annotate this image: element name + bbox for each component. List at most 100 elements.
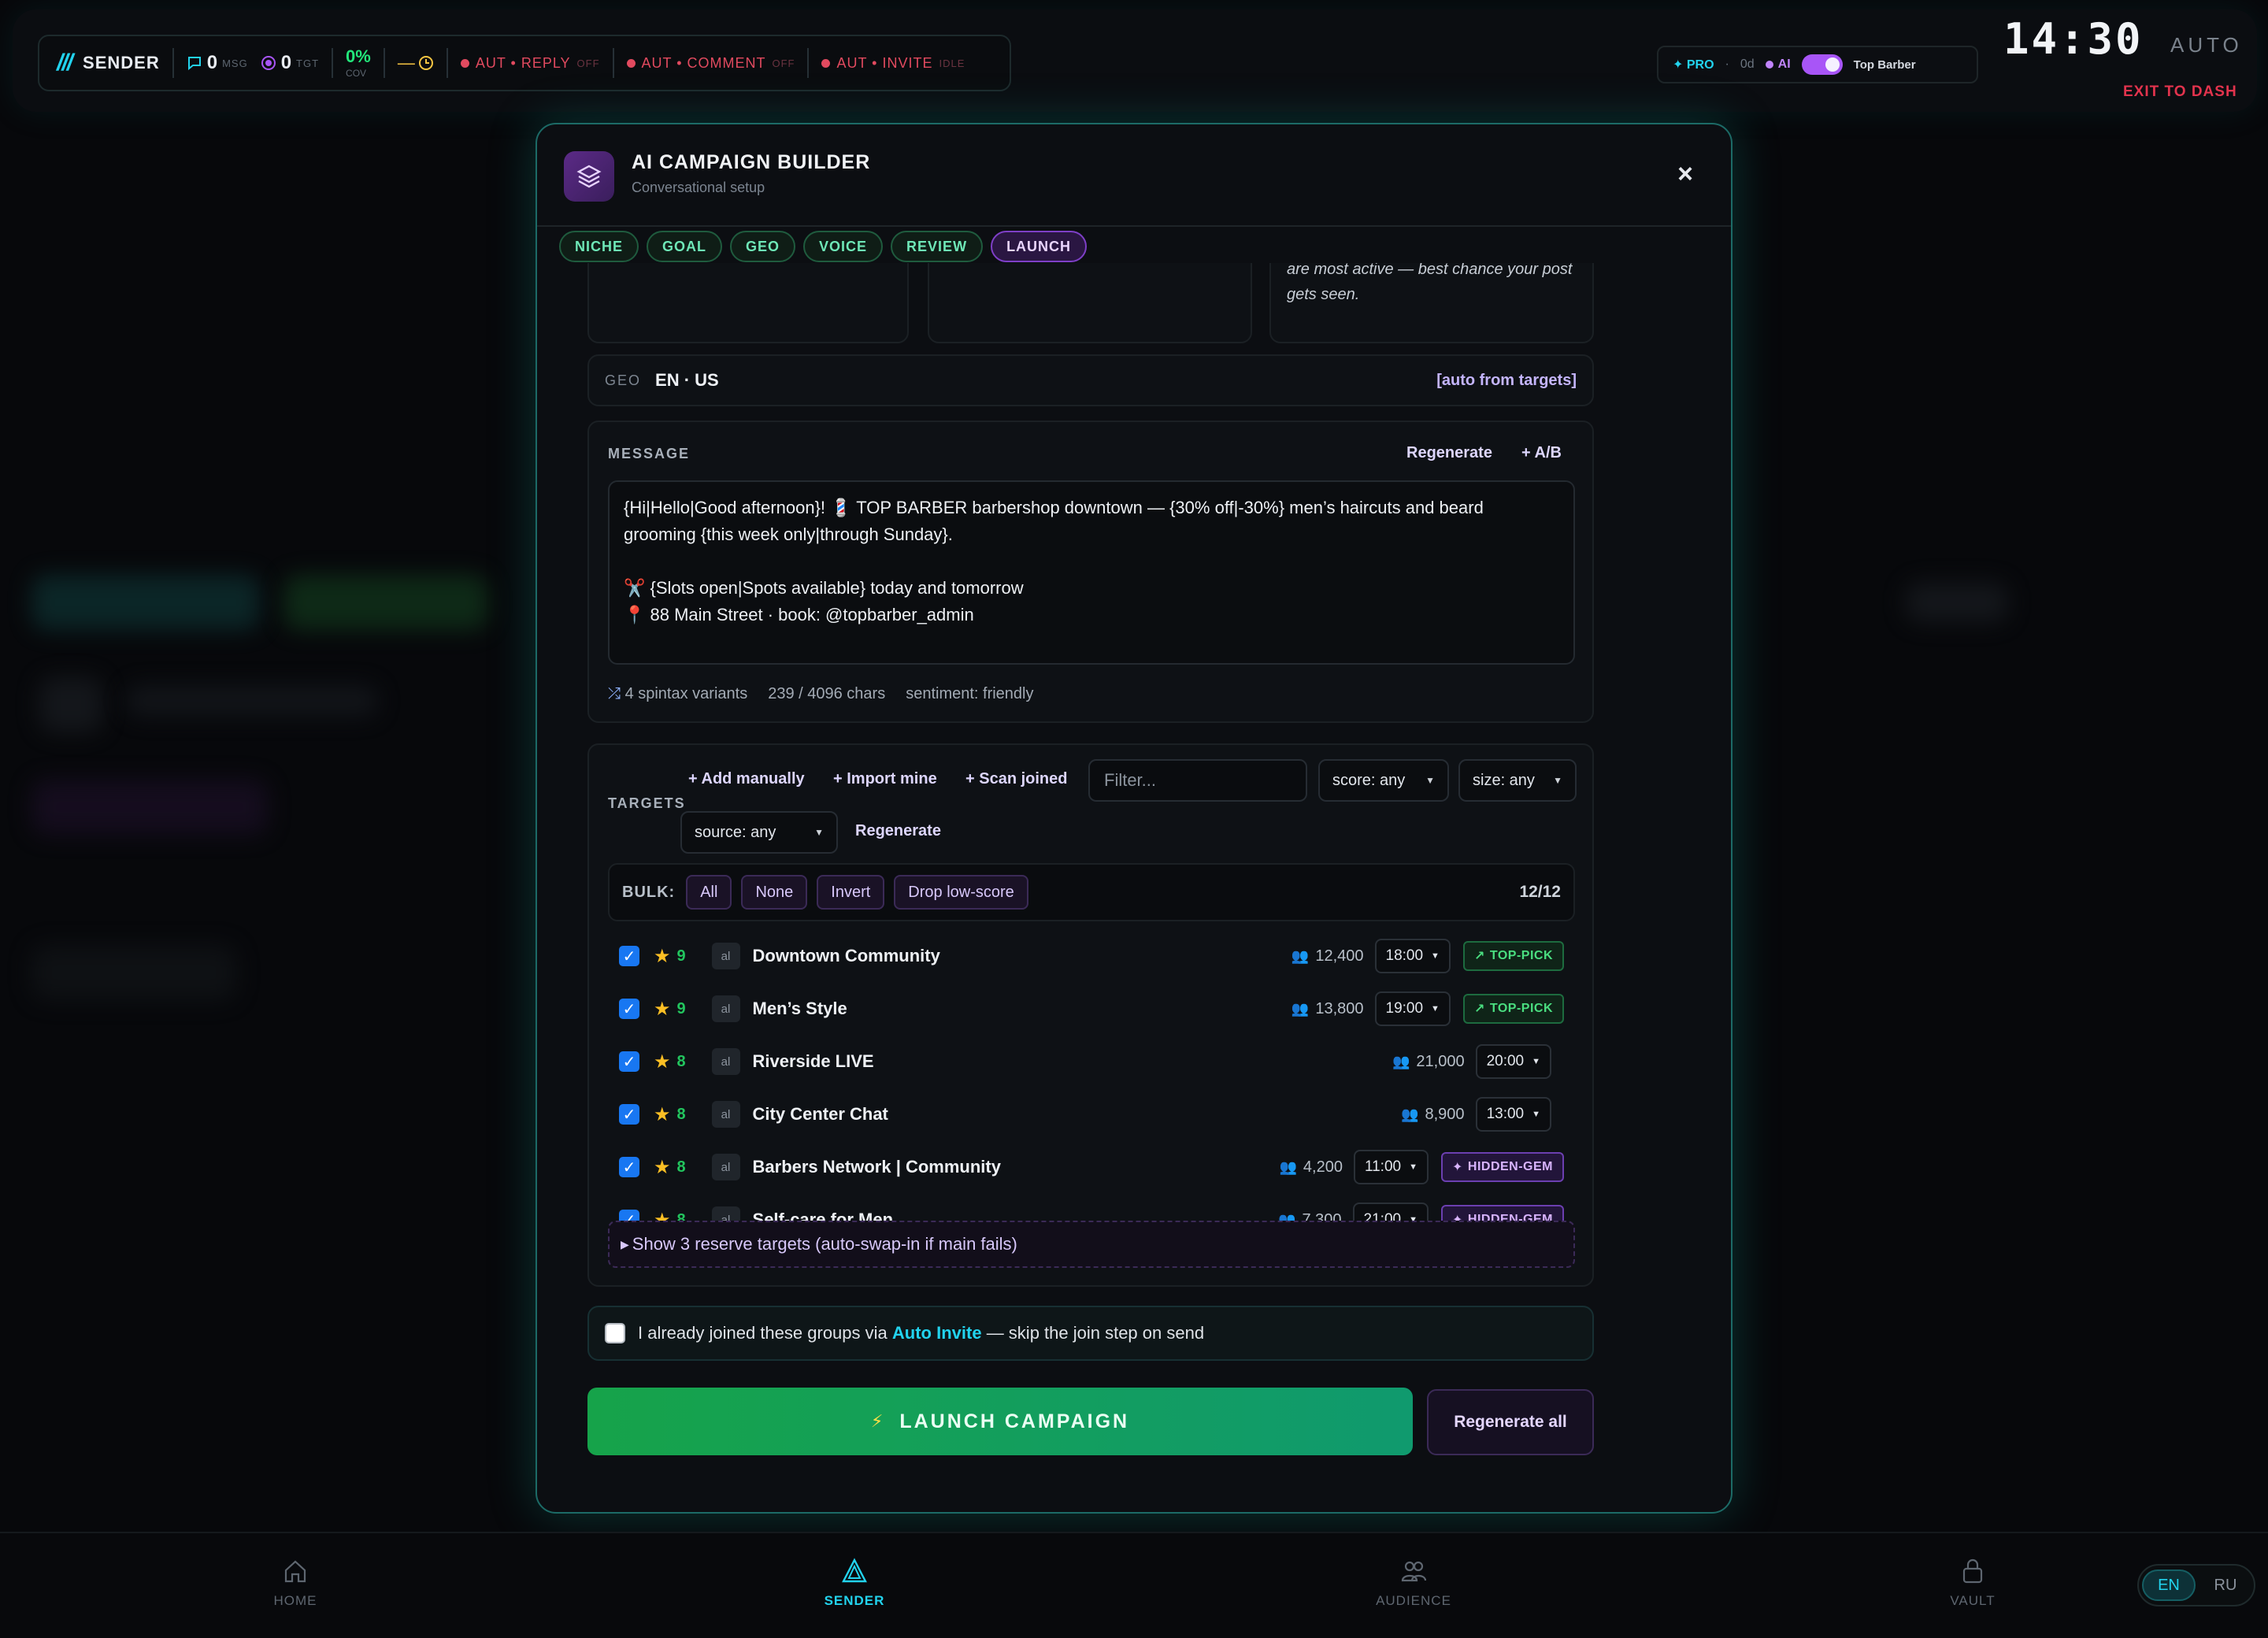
regenerate-all-button[interactable]: Regenerate all — [1427, 1389, 1594, 1455]
target-score: 9 — [676, 947, 686, 965]
send-time-value: 18:00 — [1385, 947, 1424, 964]
divider — [332, 48, 334, 78]
exit-to-dash-link[interactable]: EXIT TO DASH — [2123, 83, 2237, 101]
ai-dot-icon — [1765, 61, 1773, 69]
tab-review[interactable]: REVIEW — [891, 231, 984, 262]
joined-prefix: I already joined these groups via — [638, 1323, 888, 1343]
automation-reply[interactable]: AUT • REPLY OFF — [460, 55, 600, 72]
nav-vault[interactable]: VAULT — [1910, 1557, 2036, 1609]
add-ab-variant-button[interactable]: + A/B — [1521, 444, 1562, 462]
close-icon[interactable]: × — [1677, 159, 1693, 190]
bulk-actions-bar: BULK: All None Invert Drop low-score 12/… — [608, 863, 1575, 921]
chevron-down-icon: ▼ — [1431, 1004, 1440, 1014]
tab-launch[interactable]: LAUNCH — [991, 231, 1088, 262]
show-reserve-targets-button[interactable]: ▶ Show 3 reserve targets (auto-swap-in i… — [608, 1221, 1575, 1268]
chevron-down-icon: ▼ — [814, 827, 824, 838]
tag-label: TOP-PICK — [1489, 1002, 1553, 1015]
bulk-drop-low-score-button[interactable]: Drop low-score — [894, 875, 1028, 910]
target-list[interactable]: ✓ ★ 9 al Downtown Community 👥 12,400 18:00 ▼ ↗ TOP… — [608, 931, 1575, 1221]
geo-auto-button[interactable]: [auto from targets] — [1436, 372, 1577, 390]
send-time-select[interactable]: 11:00 ▼ — [1353, 1150, 1429, 1184]
bulk-label: BULK: — [622, 883, 676, 901]
target-score: 9 — [676, 999, 686, 1017]
bulk-invert-button[interactable]: Invert — [817, 875, 885, 910]
nav-audience[interactable]: AUDIENCE — [1351, 1557, 1477, 1609]
telegram-group-icon: al — [711, 1154, 740, 1180]
send-time-select[interactable]: 19:00 ▼ — [1374, 991, 1451, 1026]
tab-niche[interactable]: NICHE — [559, 231, 639, 262]
tag-label: HIDDEN-GEM — [1467, 1160, 1553, 1173]
plan-days: 0d — [1740, 57, 1755, 71]
automation-invite[interactable]: AUT • INVITE IDLE — [821, 55, 965, 72]
status-dot-icon — [626, 58, 636, 68]
message-textarea[interactable]: {Hi|Hello|Good afternoon}! 💈 TOP BARBER … — [608, 480, 1575, 665]
coverage-label: COV — [346, 68, 367, 79]
send-time-select[interactable]: 21:00 ▼ — [1352, 1203, 1429, 1221]
vault-icon — [1962, 1558, 1983, 1584]
already-joined-row[interactable]: I already joined these groups via Auto I… — [587, 1306, 1594, 1361]
chevron-down-icon: ▼ — [1553, 775, 1562, 786]
regenerate-message-button[interactable]: Regenerate — [1406, 444, 1492, 462]
sparkle-icon: ✦ — [1451, 1214, 1463, 1221]
tab-voice[interactable]: VOICE — [803, 231, 884, 262]
tab-geo[interactable]: GEO — [730, 231, 796, 262]
caret-right-icon: ▶ — [621, 1237, 629, 1251]
send-time-select[interactable]: 18:00 ▼ — [1374, 939, 1451, 973]
target-score: 8 — [676, 1210, 686, 1221]
already-joined-checkbox[interactable] — [605, 1323, 625, 1343]
import-mine-button[interactable]: + Import mine — [833, 770, 937, 788]
regenerate-targets-button[interactable]: Regenerate — [855, 822, 941, 840]
coverage-value: 0% — [346, 46, 371, 66]
target-row[interactable]: ✓ ★ 8 al Riverside LIVE 👥 21,000 20:00 ▼ — [608, 1036, 1575, 1087]
message-label: MESSAGE — [608, 446, 691, 461]
target-row[interactable]: ✓ ★ 8 al City Center Chat 👥 8,900 13:00 ▼ — [608, 1089, 1575, 1140]
automation-state: OFF — [772, 57, 795, 69]
auto-invite-link[interactable]: Auto Invite — [892, 1323, 982, 1343]
nav-home[interactable]: HOME — [232, 1557, 358, 1609]
target-row[interactable]: ✓ ★ 8 al Self-care for Men 👥 7,300 21:00 ▼ ✦ HIDDE… — [608, 1195, 1575, 1221]
target-name: City Center Chat — [752, 1104, 888, 1124]
target-tag: ✦ HIDDEN-GEM — [1440, 1152, 1564, 1182]
telegram-group-icon: al — [711, 943, 740, 969]
automation-comment[interactable]: AUT • COMMENT OFF — [626, 55, 795, 72]
scan-joined-button[interactable]: + Scan joined — [965, 770, 1067, 788]
char-count: 239 / 4096 chars — [768, 685, 886, 702]
target-row[interactable]: ✓ ★ 9 al Downtown Community 👥 12,400 18:00 ▼ ↗ TOP… — [608, 931, 1575, 981]
nav-sender[interactable]: SENDER — [791, 1557, 917, 1609]
target-checkbox[interactable]: ✓ — [619, 1210, 639, 1221]
add-manually-button[interactable]: + Add manually — [688, 770, 805, 788]
send-time-value: 19:00 — [1385, 1000, 1424, 1017]
score-filter-select[interactable]: score: any ▼ — [1318, 759, 1449, 802]
message-meta: ⤮ 4 spintax variants 239 / 4096 chars se… — [608, 685, 1034, 703]
send-time-select[interactable]: 20:00 ▼ — [1475, 1044, 1551, 1079]
target-checkbox[interactable]: ✓ — [619, 1104, 639, 1125]
members-count: 12,400 — [1315, 947, 1364, 965]
lang-en-button[interactable]: EN — [2142, 1569, 2196, 1601]
target-checkbox[interactable]: ✓ — [619, 1157, 639, 1177]
source-filter-select[interactable]: source: any ▼ — [680, 811, 838, 854]
send-time-value: 21:00 — [1363, 1211, 1402, 1221]
clock: 14:30 — [2003, 14, 2144, 64]
modal-body[interactable]: Evenings (6–8 PM) are when local chats a… — [537, 263, 1731, 1512]
target-members: 👥 4,200 — [1279, 1158, 1342, 1177]
automation-state: OFF — [576, 57, 600, 69]
tgt-count: 0 — [280, 52, 292, 73]
send-time-select[interactable]: 13:00 ▼ — [1475, 1097, 1551, 1132]
target-row[interactable]: ✓ ★ 9 al Men’s Style 👥 13,800 19:00 ▼ ↗ TOP-PICK — [608, 984, 1575, 1034]
filter-input[interactable]: Filter... — [1088, 759, 1307, 802]
target-score: 8 — [676, 1158, 686, 1176]
lang-ru-button[interactable]: RU — [2200, 1569, 2251, 1601]
send-time-value: 20:00 — [1486, 1053, 1525, 1069]
ai-toggle[interactable] — [1801, 54, 1843, 75]
target-checkbox[interactable]: ✓ — [619, 1051, 639, 1072]
ai-label: AI — [1777, 57, 1791, 71]
launch-campaign-button[interactable]: ⚡ LAUNCH CAMPAIGN — [587, 1388, 1413, 1455]
target-row[interactable]: ✓ ★ 8 al Barbers Network | Community 👥 4,200 11… — [608, 1142, 1575, 1192]
size-filter-select[interactable]: size: any ▼ — [1458, 759, 1577, 802]
bulk-none-button[interactable]: None — [741, 875, 808, 910]
bulk-all-button[interactable]: All — [686, 875, 732, 910]
target-checkbox[interactable]: ✓ — [619, 946, 639, 966]
target-checkbox[interactable]: ✓ — [619, 999, 639, 1019]
trend-up-icon: ↗ — [1473, 1002, 1485, 1016]
tab-goal[interactable]: GOAL — [647, 231, 723, 262]
